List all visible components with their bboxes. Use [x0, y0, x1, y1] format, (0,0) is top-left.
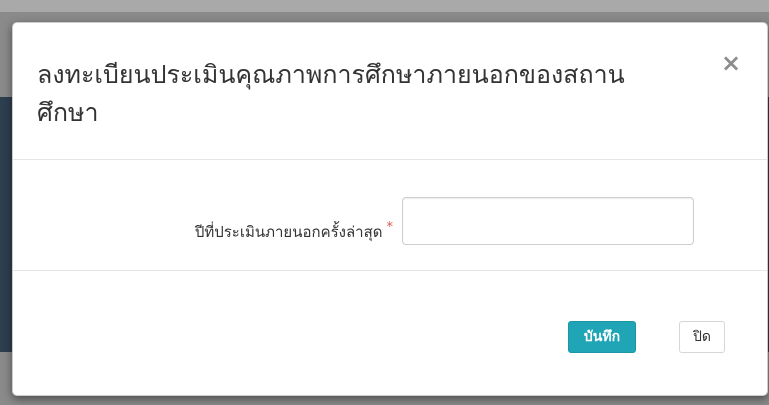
registration-modal: ลงทะเบียนประเมินคุณภาพการศึกษาภายนอกของส… [12, 22, 768, 396]
last-assessment-year-input[interactable] [402, 197, 694, 245]
close-button[interactable]: ปิด [679, 321, 725, 353]
close-icon[interactable]: × [721, 51, 741, 75]
backdrop-top-bar [0, 0, 769, 12]
modal-title: ลงทะเบียนประเมินคุณภาพการศึกษาภายนอกของส… [37, 60, 625, 127]
modal-header: ลงทะเบียนประเมินคุณภาพการศึกษาภายนอกของส… [13, 23, 767, 160]
required-mark: * [386, 220, 394, 235]
last-assessment-year-label: ปีที่ประเมินภายนอกครั้งล่าสุด * [195, 220, 393, 244]
save-button[interactable]: บันทึก [568, 321, 636, 353]
last-assessment-year-label-text: ปีที่ประเมินภายนอกครั้งล่าสุด [194, 223, 383, 241]
modal-footer: บันทึก ปิด [13, 271, 767, 397]
